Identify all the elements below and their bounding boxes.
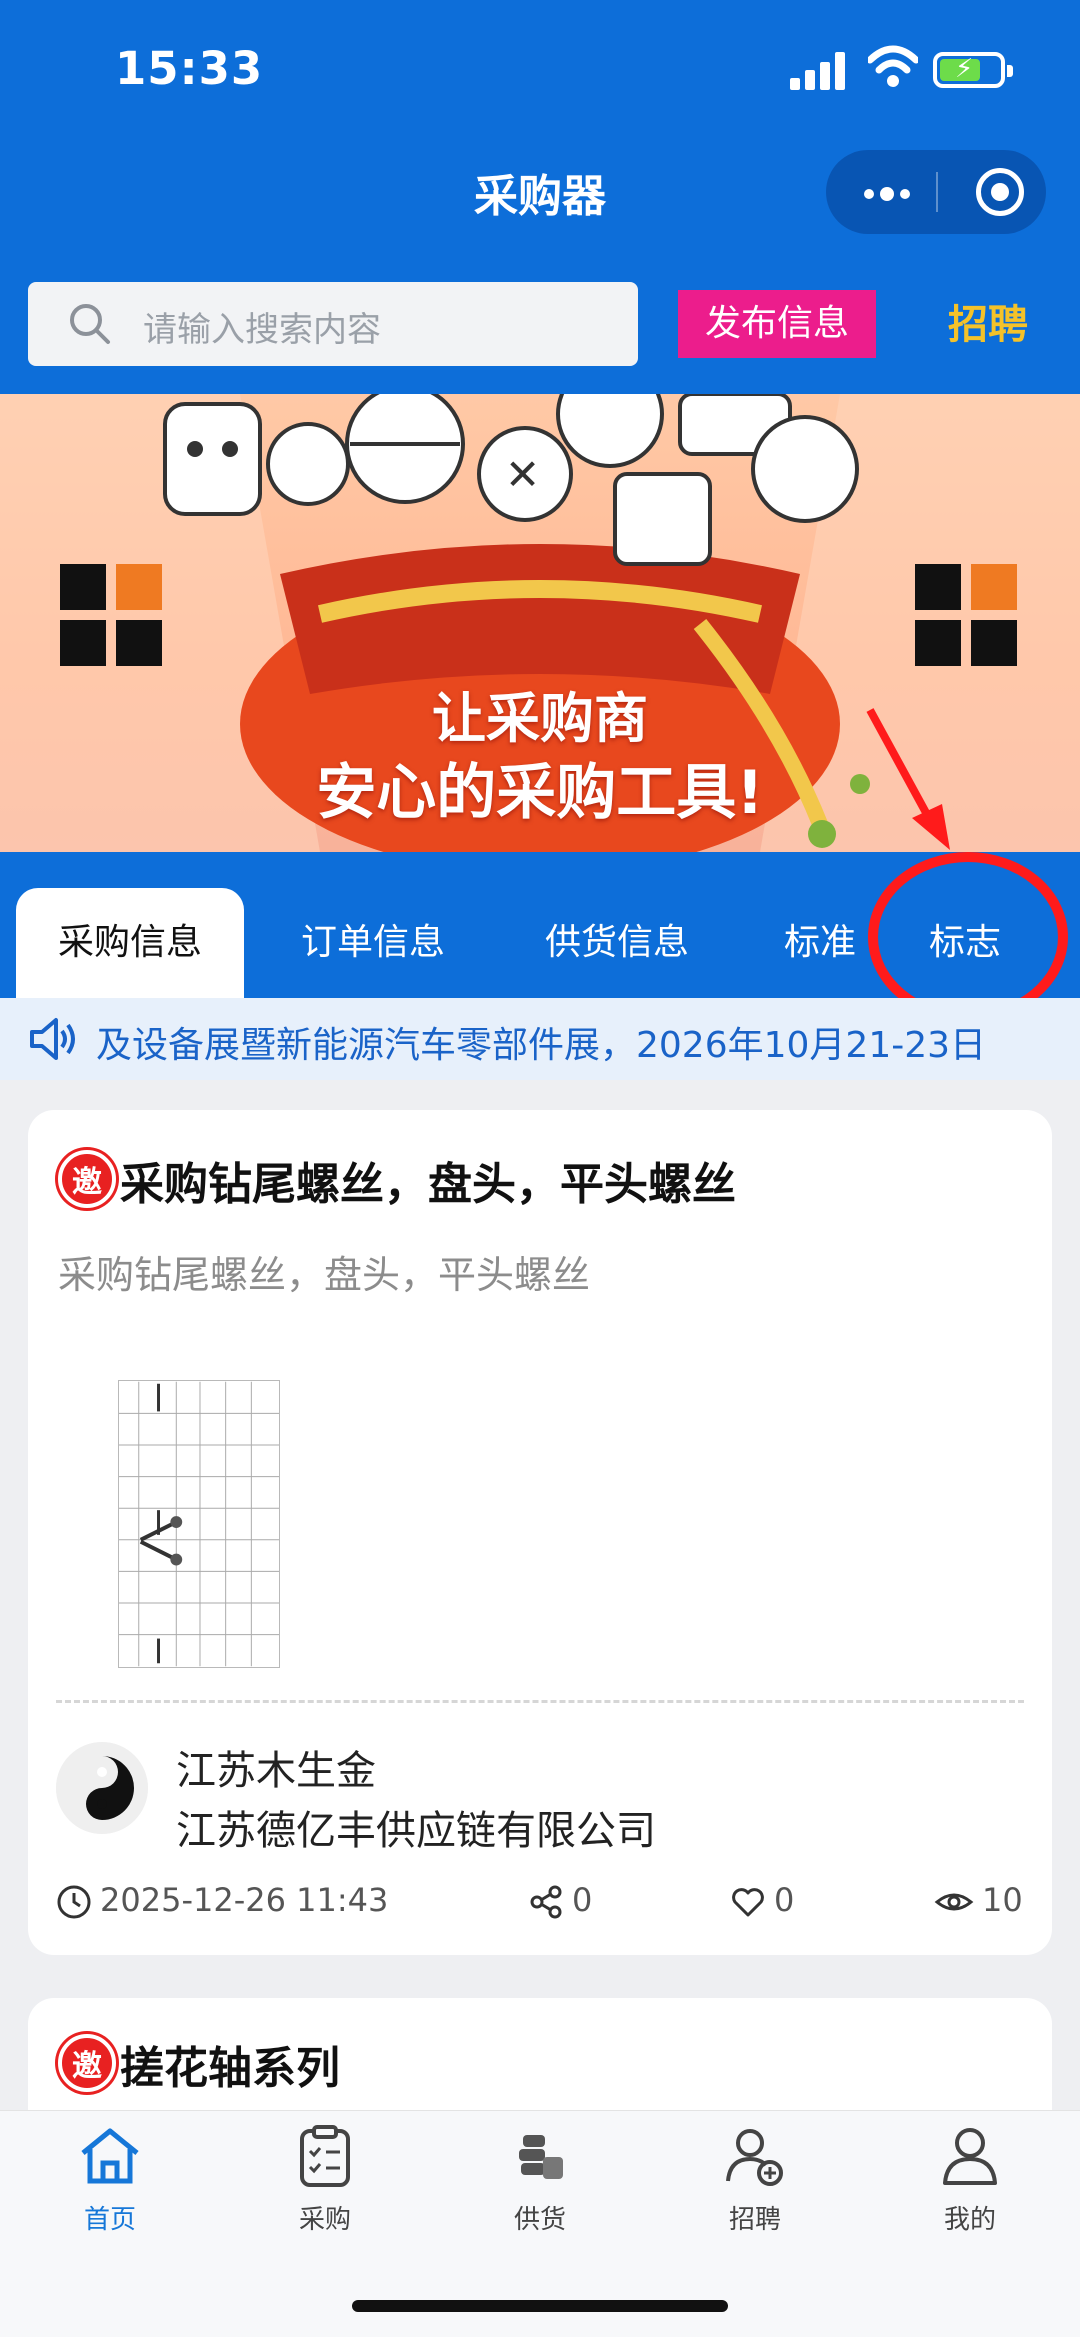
search-icon <box>70 304 110 344</box>
view-count-text: 10 <box>982 1881 1023 1919</box>
share-count[interactable]: 0 <box>528 1878 592 1922</box>
clipboard-icon <box>300 2125 350 2187</box>
card-divider <box>56 1700 1024 1703</box>
annotation-circle <box>868 852 1068 1022</box>
share-icon <box>530 1885 562 1919</box>
nav-label: 首页 <box>83 2205 136 2235</box>
like-count[interactable]: 0 <box>730 1878 794 1922</box>
tab-order-info[interactable]: 订单信息 <box>268 888 478 998</box>
notice-bar[interactable]: 及设备展暨新能源汽车零部件展，2026年10月21-23日 <box>0 998 1080 1080</box>
speaker-icon <box>30 1018 75 1060</box>
date-text: 2025-12-26 11:43 <box>100 1881 389 1919</box>
purchase-card[interactable]: 邀 采购钻尾螺丝，盘头，平头螺丝 采购钻尾螺丝，盘头，平头螺丝 江苏木生金 江苏… <box>28 1110 1052 1955</box>
user-icon <box>943 2128 997 2185</box>
home-icon <box>81 2128 139 2184</box>
publisher-company: 江苏德亿丰供应链有限公司 <box>176 1808 656 1854</box>
svg-text:✕: ✕ <box>505 450 540 499</box>
publisher-name: 江苏木生金 <box>176 1748 376 1794</box>
tab-standard[interactable]: 标准 <box>760 888 880 998</box>
more-icon[interactable] <box>858 172 918 212</box>
brand-logo-right <box>915 564 1025 674</box>
signal-icon <box>790 52 850 90</box>
brand-logo-left <box>60 564 170 674</box>
status-bar: 15:33 ⚡ <box>0 0 1080 140</box>
search-placeholder: 请输入搜索内容 <box>143 310 381 350</box>
miniprogram-capsule <box>826 150 1046 234</box>
add-person-icon <box>726 2129 783 2186</box>
tab-supply-info[interactable]: 供货信息 <box>512 888 722 998</box>
card-description: 采购钻尾螺丝，盘头，平头螺丝 <box>58 1253 591 1297</box>
view-count: 10 <box>934 1878 1023 1922</box>
nav-label: 采购 <box>298 2205 351 2235</box>
home-indicator <box>352 2300 728 2312</box>
nav-purchase[interactable]: 采购 <box>255 2123 395 2236</box>
nav-label: 我的 <box>943 2205 996 2235</box>
nav-label: 招聘 <box>728 2205 781 2235</box>
nav-mine[interactable]: 我的 <box>900 2123 1040 2236</box>
wifi-icon <box>868 45 918 87</box>
invite-badge: 邀 <box>58 2034 116 2092</box>
card-title: 采购钻尾螺丝，盘头，平头螺丝 <box>120 1159 736 1210</box>
search-input[interactable]: 请输入搜索内容 <box>28 282 638 366</box>
post-date: 2025-12-26 11:43 <box>56 1878 388 1922</box>
nav-home[interactable]: 首页 <box>40 2123 180 2236</box>
invite-badge: 邀 <box>58 1150 116 1208</box>
battery-icon: ⚡ <box>933 52 1013 88</box>
share-count-text: 0 <box>572 1881 593 1919</box>
notice-text: 及设备展暨新能源汽车零部件展，2026年10月21-23日 <box>96 1025 987 1066</box>
like-count-text: 0 <box>774 1881 795 1919</box>
publish-info-button[interactable]: 发布信息 <box>678 272 876 376</box>
card-title: 搓花轴系列 <box>120 2043 340 2094</box>
heart-icon <box>732 1888 764 1917</box>
nav-recruit[interactable]: 招聘 <box>685 2123 825 2236</box>
annotation-arrow <box>866 708 950 850</box>
publisher-avatar <box>56 1742 148 1834</box>
eye-icon <box>934 1893 974 1911</box>
status-time: 15:33 <box>115 42 264 95</box>
nav-label: 供货 <box>513 2205 566 2235</box>
product-image[interactable] <box>118 1380 280 1668</box>
clock-icon <box>57 1885 91 1919</box>
tab-purchase-info[interactable]: 采购信息 <box>16 888 244 998</box>
coins-icon <box>519 2135 563 2179</box>
recruit-link[interactable]: 招聘 <box>948 292 1028 350</box>
close-miniprogram-icon[interactable] <box>976 168 1024 216</box>
nav-supply[interactable]: 供货 <box>470 2123 610 2236</box>
